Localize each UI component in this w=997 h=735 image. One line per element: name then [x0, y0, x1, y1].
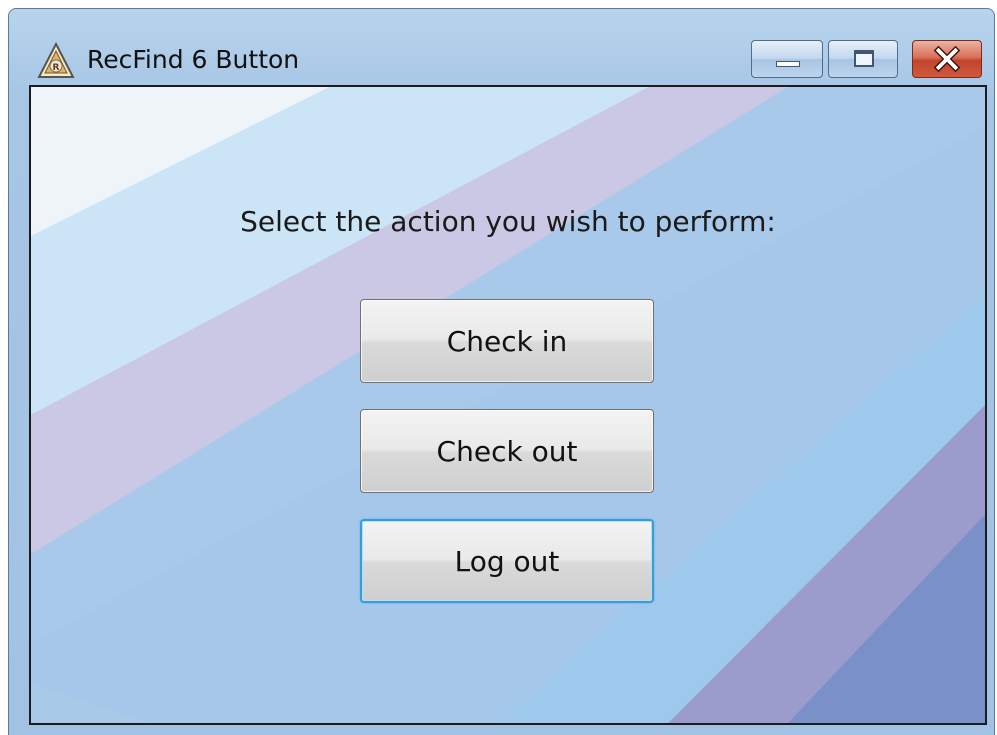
close-button[interactable]: [912, 40, 982, 78]
prompt-label: Select the action you wish to perform:: [240, 205, 776, 238]
background-art: [31, 87, 985, 723]
log-out-button[interactable]: Log out: [360, 519, 654, 603]
minimize-icon: [776, 61, 800, 67]
check-out-button[interactable]: Check out: [360, 409, 654, 493]
close-icon: [933, 45, 961, 73]
title-bar[interactable]: R RecFind 6 Button: [9, 9, 994, 85]
recfind-app-icon: R: [37, 41, 75, 78]
maximize-button[interactable]: [828, 40, 898, 78]
dialog-client-area: Select the action you wish to perform: C…: [29, 85, 987, 725]
maximize-icon: [854, 50, 874, 67]
window-title: RecFind 6 Button: [87, 45, 300, 74]
svg-text:R: R: [53, 63, 60, 73]
check-in-button[interactable]: Check in: [360, 299, 654, 383]
app-window: R RecFind 6 Button Select the action you…: [8, 8, 995, 735]
minimize-button[interactable]: [751, 40, 823, 78]
